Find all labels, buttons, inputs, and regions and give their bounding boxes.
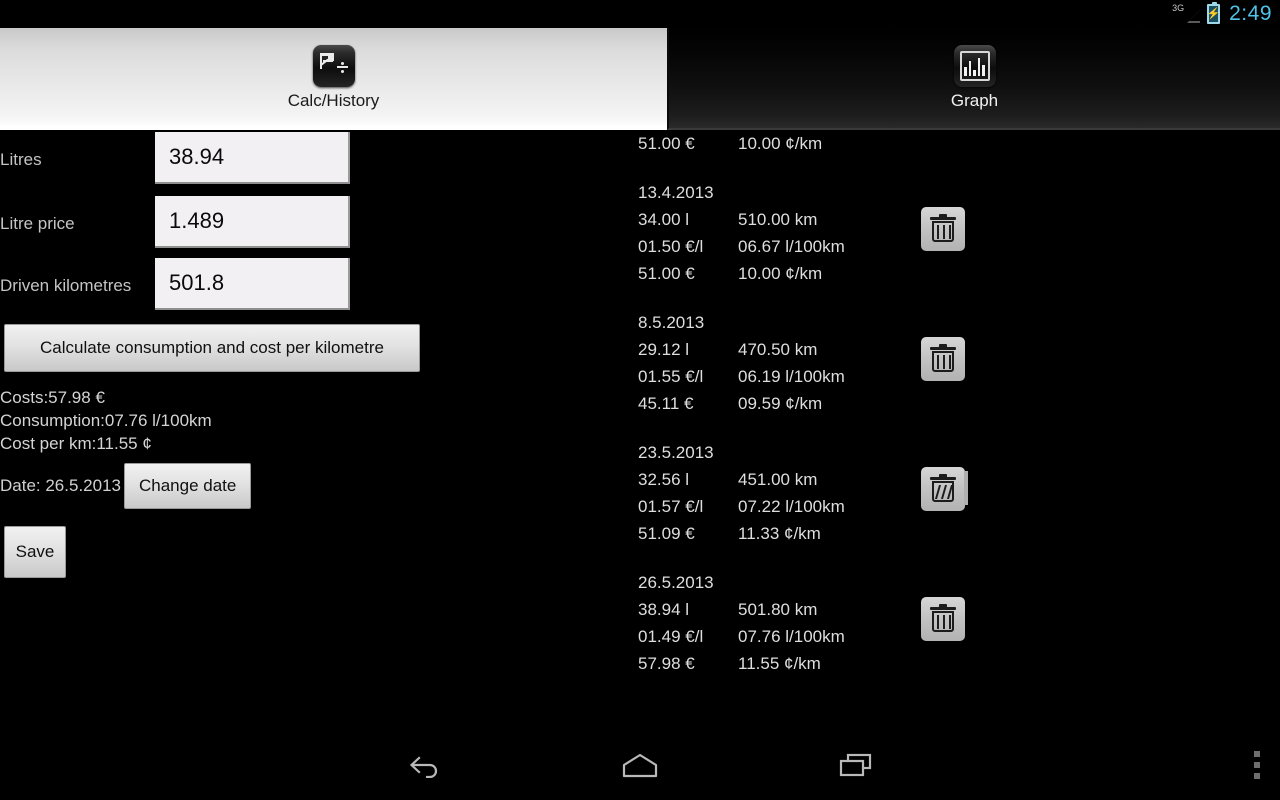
history-line-cost: 51.00 € 10.00 ¢/km [638, 130, 1280, 157]
history-line-cost: 57.98 € 11.55 ¢/km [638, 650, 1280, 677]
field-row-driven-kilometres: Driven kilometres [0, 258, 360, 314]
home-button[interactable] [592, 741, 688, 789]
recent-apps-icon [839, 753, 872, 777]
entry-spacer [620, 157, 1280, 179]
result-consumption: Consumption:07.76 l/100km [0, 411, 212, 430]
tab-calc-history-label: Calc/History [287, 91, 380, 110]
history-date: 13.4.2013 [638, 183, 714, 202]
calculation-results: Costs:57.98 € Consumption:07.76 l/100km … [0, 386, 420, 455]
result-cost-per-km: Cost per km:11.55 ¢ [0, 434, 152, 453]
status-bar: 3G ⚡ 2:49 [0, 0, 1280, 28]
field-row-litres: Litres [0, 132, 360, 188]
tab-bar: Calc/History Graph [0, 28, 1280, 130]
input-litre-price[interactable] [155, 196, 350, 248]
trash-icon [930, 344, 956, 373]
input-litres[interactable] [155, 132, 350, 184]
history-consumption: 07.76 l/100km [738, 627, 845, 646]
android-screen: 3G ⚡ 2:49 Calc/History Graph Litres 38.9… [0, 0, 1280, 800]
tab-graph[interactable]: Graph [667, 28, 1280, 130]
history-kilometres: 470.50 km [738, 340, 818, 359]
label-litres: Litres [0, 150, 42, 169]
delete-entry-button[interactable] [921, 467, 968, 511]
history-kilometres: 510.00 km [738, 210, 818, 229]
battery-charging-icon: ⚡ [1206, 2, 1221, 24]
back-button[interactable] [376, 741, 472, 789]
history-cost: 51.09 € [638, 524, 695, 543]
history-litres: 29.12 l [638, 340, 690, 359]
calculator-icon [312, 45, 355, 87]
history-cost-per-km: 11.33 ¢/km [738, 524, 821, 543]
history-cost: 51.00 € [638, 134, 695, 153]
history-litres: 38.94 l [638, 600, 690, 619]
history-entry: 13.4.2013 34.00 l 510.00 km 01.50 €/l 06… [620, 179, 1280, 287]
history-line-cost: 51.00 € 10.00 ¢/km [638, 260, 1280, 287]
history-date: 23.5.2013 [638, 443, 714, 462]
back-icon [409, 756, 438, 778]
history-consumption: 07.22 l/100km [738, 497, 845, 516]
history-cost-per-km: 10.00 ¢/km [738, 264, 823, 283]
history-kilometres: 501.80 km [738, 600, 818, 619]
history-date: 26.5.2013 [638, 573, 714, 592]
delete-entry-button[interactable] [921, 207, 965, 251]
history-entry-partial: 51.00 € 10.00 ¢/km [620, 130, 1280, 157]
tab-calc-history[interactable]: Calc/History [0, 28, 667, 130]
delete-entry-button[interactable] [921, 337, 965, 381]
recent-apps-button[interactable] [808, 741, 904, 789]
trash-icon [930, 214, 956, 243]
history-litres: 32.56 l [638, 470, 690, 489]
signal-3g-icon: 3G [1172, 3, 1201, 24]
entry-spacer [620, 287, 1280, 309]
calculate-button[interactable]: Calculate consumption and cost per kilom… [4, 324, 420, 372]
history-litre-price: 01.57 €/l [638, 497, 704, 516]
history-cost: 51.00 € [638, 264, 695, 283]
history-litre-price: 01.55 €/l [638, 367, 704, 386]
history-kilometres: 451.00 km [738, 470, 818, 489]
history-date: 8.5.2013 [638, 313, 705, 332]
network-type-label: 3G [1172, 3, 1185, 13]
history-litres: 34.00 l [638, 210, 690, 229]
bar-chart-icon [953, 45, 996, 87]
trash-icon [930, 604, 956, 633]
history-line-cost: 51.09 € 11.33 ¢/km [638, 520, 1280, 547]
entry-spacer [620, 417, 1280, 439]
history-entry: 23.5.2013 32.56 l 451.00 km 01.57 €/l 07… [620, 439, 1280, 547]
entry-spacer [620, 547, 1280, 569]
status-bar-clock: 2:49 [1229, 2, 1272, 25]
charging-bolt-icon: ⚡ [1206, 7, 1221, 20]
result-costs: Costs:57.98 € [0, 388, 105, 407]
history-consumption: 06.67 l/100km [738, 237, 845, 256]
field-row-litre-price: Litre price [0, 196, 360, 252]
history-cost: 45.11 € [638, 394, 694, 413]
date-label: Date: 26.5.2013 [0, 476, 121, 495]
date-row: Date: 26.5.2013 Change date [0, 462, 252, 510]
history-cost: 57.98 € [638, 654, 695, 673]
home-icon [622, 753, 658, 778]
history-entry: 8.5.2013 29.12 l 470.50 km 01.55 €/l 06.… [620, 309, 1280, 417]
history-cost-per-km: 09.59 ¢/km [738, 394, 823, 413]
history-entry: 26.5.2013 38.94 l 501.80 km 01.49 €/l 07… [620, 569, 1280, 677]
history-list[interactable]: 51.00 € 10.00 ¢/km 13.4.2013 34.00 l 510… [620, 130, 1280, 730]
label-litre-price: Litre price [0, 214, 75, 233]
history-line-cost: 45.11 € 09.59 ¢/km [638, 390, 1280, 417]
tab-graph-label: Graph [950, 91, 999, 110]
overflow-menu-button[interactable] [1254, 751, 1260, 779]
label-driven-kilometres: Driven kilometres [0, 276, 132, 295]
delete-entry-button[interactable] [921, 597, 965, 641]
change-date-button[interactable]: Change date [123, 463, 252, 509]
overflow-dot [1254, 751, 1260, 757]
history-consumption: 06.19 l/100km [738, 367, 845, 386]
history-cost-per-km: 10.00 ¢/km [738, 134, 823, 153]
input-driven-kilometres[interactable] [155, 258, 350, 310]
history-litre-price: 01.50 €/l [638, 237, 704, 256]
history-cost-per-km: 11.55 ¢/km [738, 654, 821, 673]
save-button[interactable]: Save [4, 526, 66, 578]
signal-bars-icon [1187, 10, 1201, 23]
trash-icon [930, 474, 956, 503]
navigation-bar [0, 730, 1280, 800]
status-bar-right: 3G ⚡ 2:49 [1172, 2, 1272, 26]
overflow-dot [1254, 773, 1260, 779]
history-litre-price: 01.49 €/l [638, 627, 704, 646]
calculation-form: Litres Litre price Driven kilometres Cal… [0, 130, 620, 730]
overflow-dot [1254, 762, 1260, 768]
